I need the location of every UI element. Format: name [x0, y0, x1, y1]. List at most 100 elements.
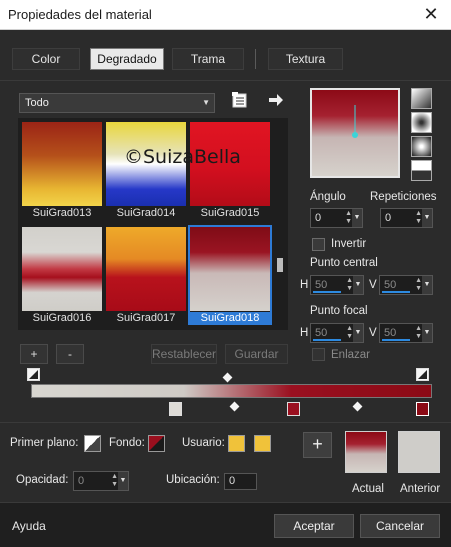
title-bar: Propiedades del material ✕	[0, 0, 451, 30]
angle-spinner[interactable]: 0 ▲ ▼ ▼	[310, 208, 363, 228]
reset-button[interactable]: Restablecer	[151, 344, 217, 364]
help-link[interactable]: Ayuda	[12, 519, 46, 533]
angle-label: Ángulo	[310, 191, 346, 203]
spinner-arrows-icon[interactable]: ▲ ▼	[415, 277, 422, 293]
opacity-stop-start[interactable]	[27, 368, 40, 381]
gradient-preview	[190, 227, 270, 311]
previous-material-swatch[interactable]	[398, 431, 440, 473]
focal-h-spinner[interactable]: 50 ▲ ▼ ▼	[310, 323, 364, 343]
radial-gradient-type-icon[interactable]	[411, 160, 432, 181]
category-dropdown[interactable]: Todo ▼	[19, 93, 215, 113]
color-stop[interactable]	[287, 402, 300, 416]
add-swatch-button[interactable]: +	[303, 432, 332, 458]
save-button[interactable]: Guardar	[225, 344, 288, 364]
repetitions-value: 0	[385, 212, 392, 224]
watermark: ©SuizaBella	[124, 146, 241, 168]
foreground-swatch[interactable]	[84, 435, 101, 452]
background-swatch[interactable]	[148, 435, 165, 452]
scrollbar-thumb[interactable]	[277, 258, 283, 272]
category-dropdown-value: Todo	[25, 97, 49, 109]
opacity-value: 0	[78, 475, 85, 487]
tab-gradient[interactable]: Degradado	[90, 48, 164, 70]
chevron-down-icon[interactable]: ▼	[352, 209, 362, 227]
gallery-scrollbar[interactable]	[275, 120, 285, 328]
gradient-swatch[interactable]: SuiGrad015	[190, 122, 270, 219]
location-value: 0	[229, 475, 236, 487]
chevron-down-icon[interactable]: ▼	[422, 209, 432, 227]
close-button[interactable]: ✕	[411, 0, 451, 30]
link-checkbox[interactable]	[312, 348, 325, 361]
window-title: Propiedades del material	[8, 7, 152, 22]
spinner-arrows-icon[interactable]: ▲ ▼	[415, 325, 422, 341]
tab-pattern[interactable]: Trama	[172, 48, 244, 70]
focal-v-spinner[interactable]: 50 ▲ ▼ ▼	[379, 323, 433, 343]
invert-checkbox[interactable]	[312, 238, 325, 251]
remove-gradient-button[interactable]: -	[56, 344, 84, 364]
chevron-down-icon: ▼	[202, 98, 210, 107]
spinner-arrows-icon[interactable]: ▲ ▼	[346, 325, 353, 341]
chevron-down-icon[interactable]: ▼	[422, 276, 432, 294]
spinner-arrows-icon[interactable]: ▲ ▼	[346, 277, 353, 293]
gradient-library-icon[interactable]	[232, 92, 248, 108]
link-label: Enlazar	[331, 349, 370, 361]
gradient-name: SuiGrad014	[116, 207, 176, 219]
repetitions-spinner[interactable]: 0 ▲ ▼ ▼	[380, 208, 433, 228]
ok-button[interactable]: Aceptar	[274, 514, 354, 538]
gradient-name: SuiGrad017	[116, 312, 176, 324]
sunburst-gradient-type-icon[interactable]	[411, 136, 432, 157]
gradient-swatch-selected[interactable]: SuiGrad018	[188, 225, 272, 325]
current-label: Actual	[352, 483, 384, 495]
gradient-swatch[interactable]: SuiGrad016	[22, 227, 102, 324]
value-indicator	[382, 339, 410, 341]
opacity-label: Opacidad:	[16, 474, 69, 486]
chevron-down-icon[interactable]: ▼	[118, 472, 128, 490]
add-gradient-button[interactable]: +	[20, 344, 48, 364]
gradient-swatch[interactable]: SuiGrad014	[106, 122, 186, 219]
focal-h-label: H	[300, 327, 309, 339]
tab-color[interactable]: Color	[12, 48, 80, 70]
gradient-name: SuiGrad013	[32, 207, 92, 219]
opacity-spinner[interactable]: 0 ▲ ▼ ▼	[73, 471, 129, 491]
gradient-editor-bar[interactable]	[31, 384, 432, 398]
arrow-right-icon[interactable]	[268, 93, 284, 107]
location-input[interactable]: 0	[224, 473, 257, 490]
chevron-down-icon[interactable]: ▼	[353, 324, 363, 342]
chevron-down-icon[interactable]: ▼	[422, 324, 432, 342]
location-label: Ubicación:	[166, 474, 220, 486]
linear-gradient-type-icon[interactable]	[411, 88, 432, 109]
current-material-swatch	[345, 431, 387, 473]
focal-v-label: V	[369, 327, 377, 339]
center-v-value: 50	[384, 279, 397, 291]
gradient-preview	[22, 227, 102, 311]
spinner-arrows-icon[interactable]: ▲ ▼	[415, 210, 422, 226]
color-stop-selected[interactable]	[416, 402, 429, 416]
color-stop[interactable]	[169, 402, 182, 416]
background-label: Fondo:	[109, 437, 145, 449]
gradient-direction-handle[interactable]	[312, 90, 398, 176]
user-color-swatch-2[interactable]	[254, 435, 271, 452]
gradient-name: SuiGrad018	[190, 312, 270, 325]
rectangular-gradient-type-icon[interactable]	[411, 112, 432, 133]
center-v-spinner[interactable]: 50 ▲ ▼ ▼	[379, 275, 433, 295]
chevron-down-icon[interactable]: ▼	[353, 276, 363, 294]
gradient-preview-canvas[interactable]	[310, 88, 400, 178]
previous-label: Anterior	[400, 483, 441, 495]
gradient-swatch[interactable]: SuiGrad013	[22, 122, 102, 219]
cancel-button[interactable]: Cancelar	[360, 514, 440, 538]
gradient-preview	[106, 227, 186, 311]
center-point-label: Punto central	[310, 257, 378, 269]
center-h-spinner[interactable]: 50 ▲ ▼ ▼	[310, 275, 364, 295]
center-h-label: H	[300, 279, 309, 291]
gradient-swatch[interactable]: SuiGrad017	[106, 227, 186, 324]
opacity-stop-end[interactable]	[416, 368, 429, 381]
tab-texture[interactable]: Textura	[268, 48, 343, 70]
tabs-divider	[0, 80, 451, 81]
spinner-arrows-icon[interactable]: ▲ ▼	[345, 210, 352, 226]
invert-label: Invertir	[331, 238, 367, 250]
gradient-name: SuiGrad016	[32, 312, 92, 324]
user-color-swatch[interactable]	[228, 435, 245, 452]
gradient-name: SuiGrad015	[200, 207, 260, 219]
spinner-arrows-icon[interactable]: ▲ ▼	[111, 473, 118, 489]
value-indicator	[382, 291, 410, 293]
angle-value: 0	[315, 212, 322, 224]
